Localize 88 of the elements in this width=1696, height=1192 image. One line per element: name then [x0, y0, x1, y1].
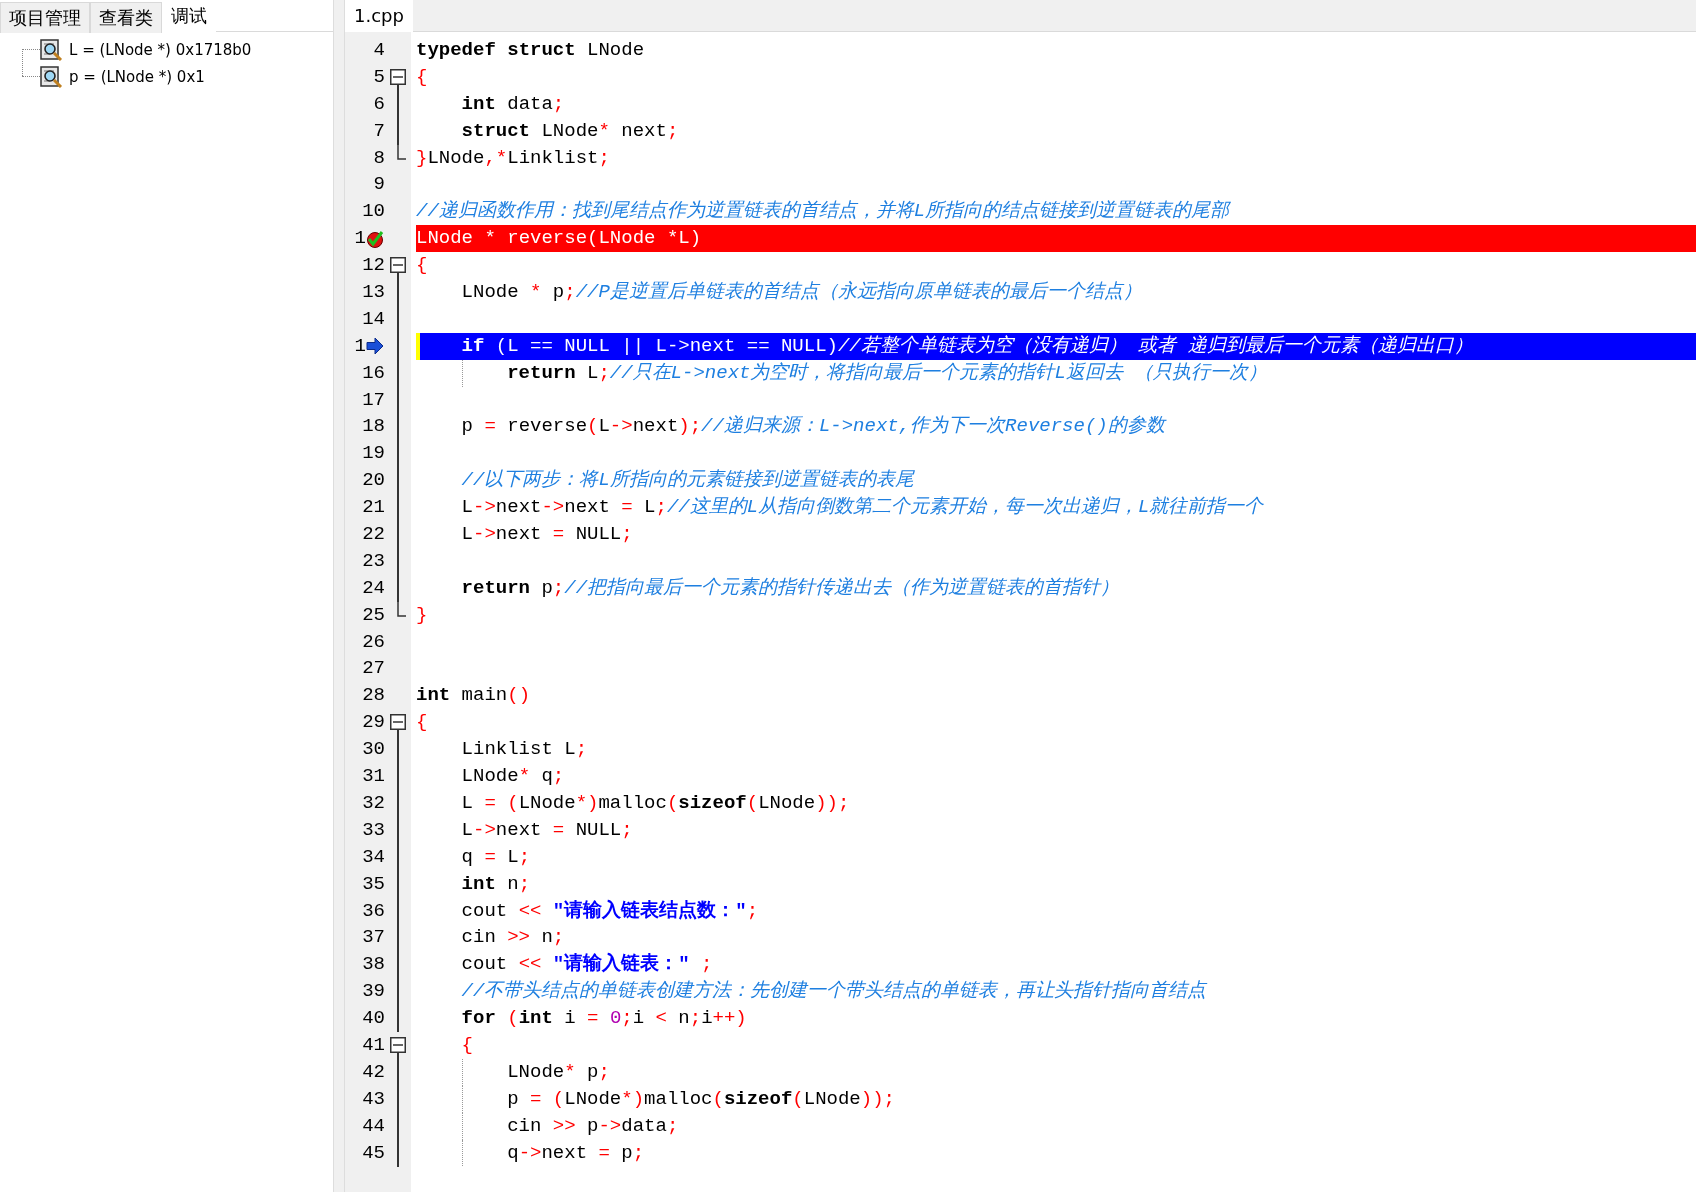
line-number: 16 — [362, 360, 385, 386]
code-line: LNode * p;//P是逆置后单链表的首结点（永远指向原单链表的最后一个结点） — [460, 280, 1143, 305]
code-line: } — [416, 602, 429, 628]
line-number: 31 — [362, 764, 385, 790]
code-line: typedef struct LNode — [416, 38, 646, 63]
line-number: 36 — [362, 898, 385, 924]
code-line: q->next = p; — [416, 1139, 1696, 1167]
line-number: 27 — [362, 656, 385, 682]
line-number: 33 — [362, 817, 385, 843]
line-number: 18 — [362, 414, 385, 440]
code-line: L->next = NULL; — [460, 522, 634, 548]
panel-tab[interactable]: 项目管理 — [0, 2, 90, 33]
line-number: 26 — [362, 629, 385, 655]
line-number: 35 — [362, 871, 385, 897]
code-line: Linklist L; — [460, 737, 589, 763]
code-line: L->next->next = L;//这里的L从指向倒数第二个元素开始，每一次出递归，L就往前指一个 — [460, 495, 1265, 521]
code-line: L = (LNode*)malloc(sizeof(LNode)); — [460, 790, 851, 816]
line-number: 22 — [362, 522, 385, 548]
code-line: return L;//只在L->next为空时，将指向最后一个元素的指针L返回去 （只执行一次） — [416, 359, 1696, 387]
code-line: int data; — [460, 91, 566, 117]
code-line: return p;//把指向最后一个元素的指针传递出去（作为逆置链表的首指针） — [460, 575, 1121, 601]
code-line: //递归函数作用：找到尾结点作为逆置链表的首结点，并将L所指向的结点链接到逆置链表的尾部 — [416, 199, 1232, 225]
line-number: 20 — [362, 468, 385, 494]
code-line: p = (LNode*)malloc(sizeof(LNode)); — [416, 1085, 1696, 1113]
line-number: 34 — [362, 844, 385, 870]
line-number: 28 — [362, 683, 385, 709]
line-number: 29 — [362, 710, 385, 736]
code-line: //不带头结点的单链表创建方法：先创建一个带头结点的单链表，再让头指针指向首结点 — [460, 979, 1209, 1005]
collapse-icon[interactable] — [390, 1036, 406, 1053]
line-number: 45 — [362, 1140, 385, 1166]
line-number: 24 — [362, 575, 385, 601]
line-number: 40 — [362, 1006, 385, 1032]
line-number: 25 — [362, 602, 385, 628]
line-number: 42 — [362, 1059, 385, 1085]
code-line: cin >> p->data; — [416, 1112, 1696, 1140]
panel-tab[interactable]: 查看类 — [90, 2, 162, 33]
watch-item[interactable]: p = (LNode *) 0x1 — [69, 67, 205, 86]
line-number: 5 — [373, 64, 385, 90]
line-number: 17 — [362, 387, 385, 413]
line-number: 37 — [362, 925, 385, 951]
line-number: 38 — [362, 952, 385, 978]
line-number: 10 — [362, 199, 385, 225]
code-line: p = reverse(L->next);//递归来源：L->next,作为下一次Reverse()的参数 — [460, 414, 1168, 440]
magnifier-icon — [40, 38, 63, 61]
code-line: //以下两步：将L所指向的元素链接到逆置链表的表尾 — [460, 468, 916, 494]
execution-arrow-icon — [366, 337, 384, 356]
code-line: { — [416, 64, 429, 90]
code-line: { — [416, 253, 429, 279]
line-number: 30 — [362, 737, 385, 763]
code-line: LNode* q; — [460, 764, 566, 790]
line-number: 14 — [362, 306, 385, 332]
line-number: 21 — [362, 495, 385, 521]
line-number: 44 — [362, 1113, 385, 1139]
line-number: 13 — [362, 280, 385, 305]
code-line: cout << "请输入链表结点数："; — [460, 898, 760, 924]
code-line: struct LNode* next; — [460, 118, 680, 144]
collapse-icon[interactable] — [390, 714, 406, 731]
code-line: L->next = NULL; — [460, 817, 634, 843]
line-number: 1 — [354, 226, 366, 252]
line-number: 41 — [362, 1032, 385, 1058]
line-number: 8 — [373, 145, 385, 171]
collapse-icon[interactable] — [390, 68, 406, 85]
line-number: 12 — [362, 253, 385, 279]
line-number: 32 — [362, 790, 385, 816]
line-number: 39 — [362, 979, 385, 1005]
code-line: }LNode,*Linklist; — [416, 145, 611, 171]
line-number: 9 — [373, 172, 385, 198]
collapse-icon[interactable] — [390, 257, 406, 274]
code-line: for (int i = 0;i < n;i++) — [460, 1006, 748, 1032]
code-line: int n; — [460, 871, 532, 897]
line-number: 23 — [362, 548, 385, 574]
code-line: { — [416, 710, 429, 736]
magnifier-icon — [40, 65, 63, 88]
breakpoint-icon — [366, 229, 384, 248]
line-number: 19 — [362, 441, 385, 467]
file-tab[interactable]: 1.cpp — [345, 0, 413, 34]
code-line: q = L; — [460, 844, 532, 870]
line-number: 1 — [354, 333, 366, 359]
code-line: cout << "请输入链表：" ; — [460, 951, 714, 978]
line-number: 4 — [373, 38, 385, 63]
code-line: cin >> n; — [460, 925, 566, 951]
code-line: int main() — [416, 683, 532, 709]
code-line: { — [460, 1032, 474, 1058]
code-line: LNode* p; — [416, 1058, 1696, 1086]
watch-item[interactable]: L = (LNode *) 0x1718b0 — [69, 40, 252, 59]
line-number: 43 — [362, 1086, 385, 1112]
line-number: 7 — [373, 118, 385, 144]
line-number: 6 — [373, 91, 385, 117]
